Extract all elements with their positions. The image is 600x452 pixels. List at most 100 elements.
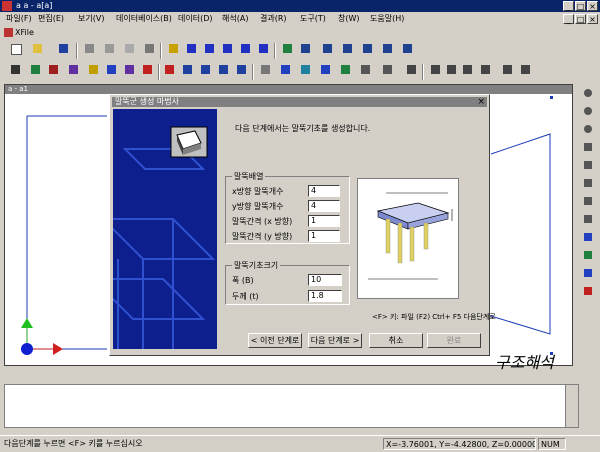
menu-bar: 파일(F) 편집(E) 보기(V) 데이터베이스(B) 데이터(D) 해석(A)… — [0, 12, 600, 26]
pile-layout-group-title: 말뚝배열 — [232, 171, 266, 182]
rotate-icon[interactable] — [66, 62, 81, 77]
footing-width-input[interactable]: 10 — [308, 274, 342, 286]
grid-icon[interactable] — [202, 41, 217, 56]
zoom-window-icon[interactable] — [581, 122, 595, 136]
view2-icon[interactable] — [298, 41, 313, 56]
view1-icon[interactable] — [280, 41, 295, 56]
menu-view[interactable]: 보기(V) — [78, 13, 104, 25]
table-icon[interactable] — [256, 41, 271, 56]
footing-size-group: 말뚝기초크기 폭 (B) 10 두께 (t) 1.8 — [225, 260, 350, 305]
doc-close-button[interactable]: × — [587, 14, 598, 24]
output-scrollbar[interactable] — [565, 385, 578, 427]
view6-icon[interactable] — [380, 41, 395, 56]
shade-icon[interactable] — [258, 62, 273, 77]
align-h-icon[interactable] — [444, 62, 459, 77]
pile-spacing-x-input[interactable]: 1 — [308, 215, 340, 227]
dialog-title-bar: 말뚝군 생성 마법사 × — [112, 97, 487, 107]
refresh-icon[interactable] — [581, 158, 595, 172]
align-l-icon[interactable] — [460, 62, 475, 77]
tab-xfile[interactable]: XFile — [3, 27, 34, 38]
dialog-close-button[interactable]: × — [477, 97, 485, 107]
menu-results[interactable]: 결과(R) — [260, 13, 287, 25]
spring-icon[interactable] — [162, 62, 177, 77]
wizard-art-svg — [113, 109, 217, 349]
dim-icon[interactable] — [581, 266, 595, 280]
print2-icon[interactable] — [298, 62, 313, 77]
document-tab-bar: XFile — [0, 27, 600, 39]
menu-analysis[interactable]: 해석(A) — [222, 13, 248, 25]
menu-file[interactable]: 파일(F) — [6, 13, 32, 25]
dialog-instruction: 다음 단계에서는 말뚝기초를 생성합니다. — [235, 124, 371, 133]
doc-minimize-button[interactable]: _ — [563, 14, 574, 24]
footing-thickness-input[interactable]: 1.8 — [308, 290, 342, 302]
edit-icon[interactable] — [318, 62, 333, 77]
move-icon[interactable] — [104, 62, 119, 77]
redraw-icon[interactable] — [581, 212, 595, 226]
support-icon[interactable] — [122, 62, 137, 77]
pile-spacing-y-input[interactable]: 1 — [308, 230, 340, 242]
zoom-icon[interactable] — [28, 62, 43, 77]
view4-icon[interactable] — [340, 41, 355, 56]
menu-window[interactable]: 창(W) — [338, 13, 360, 25]
zoom-fit-icon[interactable] — [581, 140, 595, 154]
mesh-icon[interactable] — [220, 41, 235, 56]
label-icon[interactable] — [581, 284, 595, 298]
print-icon[interactable] — [142, 41, 157, 56]
copy-icon[interactable] — [102, 41, 117, 56]
menu-tools[interactable]: 도구(T) — [300, 13, 326, 25]
element-icon[interactable] — [184, 41, 199, 56]
status-num-indicator: NUM — [538, 438, 566, 450]
hidden-icon[interactable] — [581, 230, 595, 244]
graph-icon[interactable] — [518, 62, 533, 77]
measure-icon[interactable] — [86, 62, 101, 77]
tree-icon[interactable] — [500, 62, 515, 77]
new-icon[interactable] — [8, 41, 23, 56]
zoom-in-icon[interactable] — [581, 86, 595, 100]
load-icon[interactable] — [140, 62, 155, 77]
section-icon[interactable] — [238, 41, 253, 56]
rotate-view-icon[interactable] — [581, 176, 595, 190]
doc-restore-button[interactable]: □ — [575, 14, 586, 24]
menu-database[interactable]: 데이터베이스(B) — [116, 13, 172, 25]
maximize-button[interactable]: □ — [575, 1, 586, 11]
pan-icon[interactable] — [46, 62, 61, 77]
close-button[interactable]: × — [587, 1, 598, 11]
view3-icon[interactable] — [320, 41, 335, 56]
open-icon[interactable] — [30, 41, 45, 56]
align-v-icon[interactable] — [428, 62, 443, 77]
cut-icon[interactable] — [82, 41, 97, 56]
layout-icon[interactable] — [404, 62, 419, 77]
render-icon[interactable] — [278, 62, 293, 77]
select-icon[interactable] — [8, 62, 23, 77]
back-button[interactable]: < 이전 단계로 — [248, 333, 302, 348]
minimize-button[interactable]: _ — [563, 1, 574, 11]
view5-icon[interactable] — [360, 41, 375, 56]
cancel-button[interactable]: 취소 — [369, 333, 423, 348]
menu-help[interactable]: 도움말(H) — [370, 13, 404, 25]
document-edit-icon[interactable] — [380, 62, 395, 77]
menu-data[interactable]: 데이터(D) — [178, 13, 212, 25]
menu-edit[interactable]: 편집(E) — [38, 13, 64, 25]
view7-icon[interactable] — [400, 41, 415, 56]
printer-icon[interactable] — [358, 62, 373, 77]
link-icon[interactable] — [180, 62, 195, 77]
footing-thickness-label: 두께 (t) — [232, 292, 259, 301]
solid-icon[interactable] — [234, 62, 249, 77]
output-panel[interactable] — [4, 384, 579, 428]
footing-width-label: 폭 (B) — [232, 276, 254, 285]
zoom-out-icon[interactable] — [581, 104, 595, 118]
save-icon[interactable] — [56, 41, 71, 56]
cursor-icon[interactable] — [338, 62, 353, 77]
node-icon[interactable] — [166, 41, 181, 56]
fix-icon[interactable] — [198, 62, 213, 77]
pile-count-y-input[interactable]: 4 — [308, 200, 340, 212]
frame-icon[interactable] — [478, 62, 493, 77]
axis-icon[interactable] — [581, 248, 595, 262]
pan-view-icon[interactable] — [581, 194, 595, 208]
app-icon — [2, 1, 12, 11]
finish-button[interactable]: 완료 — [427, 333, 481, 348]
wire-icon[interactable] — [216, 62, 231, 77]
next-button[interactable]: 다음 단계로 > — [308, 333, 362, 348]
pile-count-x-input[interactable]: 4 — [308, 185, 340, 197]
paste-icon[interactable] — [122, 41, 137, 56]
